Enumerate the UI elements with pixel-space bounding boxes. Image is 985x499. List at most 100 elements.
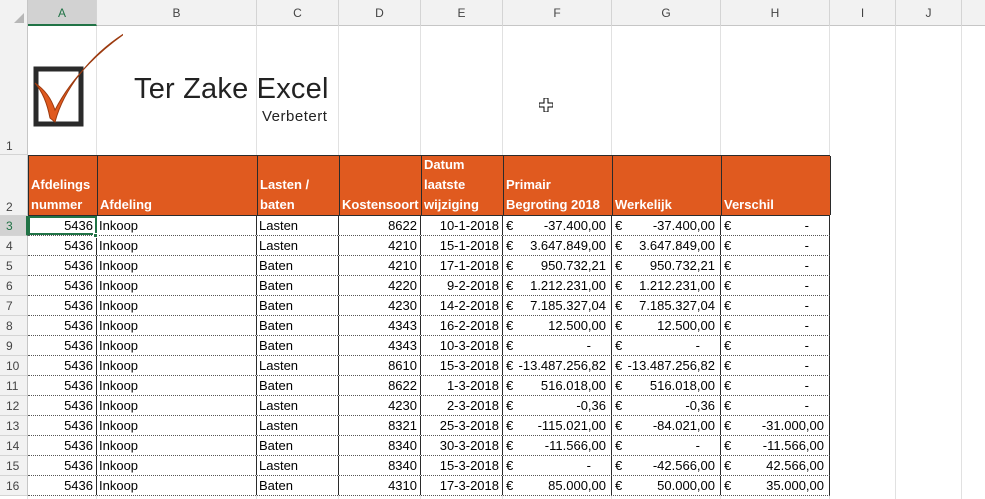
afdelingsnummer-cell[interactable]: 5436 [28,436,97,455]
datum-cell[interactable]: 10-1-2018 [421,216,503,235]
currency-cell[interactable]: € - [721,316,830,335]
datum-cell[interactable]: 14-2-2018 [421,296,503,315]
row-header-8[interactable]: 8 [0,316,28,336]
datum-cell[interactable]: 15-1-2018 [421,236,503,255]
afdelingsnummer-cell[interactable]: 5436 [28,256,97,275]
kostensoort-cell[interactable]: 4220 [339,276,421,295]
lasten-baten-cell[interactable]: Lasten [257,356,339,375]
afdeling-cell[interactable]: Inkoop [97,256,257,275]
afdeling-cell[interactable]: Inkoop [97,396,257,415]
currency-cell[interactable]: € - [721,376,830,395]
header-afdeling[interactable]: Afdeling [98,156,258,215]
active-cell[interactable]: 5436 [28,216,97,235]
currency-cell[interactable]: €950.732,21 [503,256,612,275]
column-header-h[interactable]: H [721,0,830,26]
kostensoort-cell[interactable]: 4343 [339,316,421,335]
afdeling-cell[interactable]: Inkoop [97,336,257,355]
currency-cell[interactable]: €3.647.849,00 [503,236,612,255]
header-kostensoort[interactable]: Kostensoort [340,156,422,215]
datum-cell[interactable]: 16-2-2018 [421,316,503,335]
kostensoort-cell[interactable]: 4310 [339,476,421,495]
row-header-11[interactable]: 11 [0,376,28,396]
lasten-baten-cell[interactable]: Baten [257,296,339,315]
row-header-15[interactable]: 15 [0,456,28,476]
header-lasten-baten[interactable]: Lasten / baten [258,156,340,215]
currency-cell[interactable]: €3.647.849,00 [612,236,721,255]
kostensoort-cell[interactable]: 8610 [339,356,421,375]
datum-cell[interactable]: 2-3-2018 [421,396,503,415]
lasten-baten-cell[interactable]: Baten [257,316,339,335]
kostensoort-cell[interactable]: 8340 [339,436,421,455]
lasten-baten-cell[interactable]: Lasten [257,396,339,415]
afdeling-cell[interactable]: Inkoop [97,436,257,455]
currency-cell[interactable]: € -13.487.256,82 [503,356,612,375]
currency-cell[interactable]: € - [721,356,830,375]
currency-cell[interactable]: €85.000,00 [503,476,612,495]
kostensoort-cell[interactable]: 4230 [339,296,421,315]
datum-cell[interactable]: 25-3-2018 [421,416,503,435]
kostensoort-cell[interactable]: 8321 [339,416,421,435]
lasten-baten-cell[interactable]: Lasten [257,416,339,435]
row-header-9[interactable]: 9 [0,336,28,356]
column-header-a[interactable]: A [28,0,97,26]
afdeling-cell[interactable]: Inkoop [97,236,257,255]
header-verschil[interactable]: Verschil [722,156,831,215]
currency-cell[interactable]: € - [721,336,830,355]
currency-cell[interactable]: € - [721,396,830,415]
lasten-baten-cell[interactable]: Baten [257,376,339,395]
datum-cell[interactable]: 17-1-2018 [421,256,503,275]
afdeling-cell[interactable]: Inkoop [97,216,257,235]
afdelingsnummer-cell[interactable]: 5436 [28,276,97,295]
column-header-f[interactable]: F [503,0,612,26]
afdelingsnummer-cell[interactable]: 5436 [28,296,97,315]
currency-cell[interactable]: €950.732,21 [612,256,721,275]
row-header-5[interactable]: 5 [0,256,28,276]
afdeling-cell[interactable]: Inkoop [97,476,257,495]
currency-cell[interactable]: €7.185.327,04 [503,296,612,315]
kostensoort-cell[interactable]: 8340 [339,456,421,475]
currency-cell[interactable]: € - [721,216,830,235]
row-header-14[interactable]: 14 [0,436,28,456]
lasten-baten-cell[interactable]: Lasten [257,456,339,475]
row-header-6[interactable]: 6 [0,276,28,296]
currency-cell[interactable]: € - [721,236,830,255]
afdelingsnummer-cell[interactable]: 5436 [28,376,97,395]
lasten-baten-cell[interactable]: Baten [257,256,339,275]
afdelingsnummer-cell[interactable]: 5436 [28,236,97,255]
lasten-baten-cell[interactable]: Baten [257,476,339,495]
currency-cell[interactable]: €35.000,00 [721,476,830,495]
afdelingsnummer-cell[interactable]: 5436 [28,456,97,475]
datum-cell[interactable]: 17-3-2018 [421,476,503,495]
header-afdelingsnummer[interactable]: Afdelings nummer [29,156,98,215]
row-header-13[interactable]: 13 [0,416,28,436]
kostensoort-cell[interactable]: 8622 [339,376,421,395]
currency-cell[interactable]: €1.212.231,00 [503,276,612,295]
currency-cell[interactable]: €516.018,00 [612,376,721,395]
currency-cell[interactable]: €516.018,00 [503,376,612,395]
afdelingsnummer-cell[interactable]: 5436 [28,396,97,415]
currency-cell[interactable]: € -31.000,00 [721,416,830,435]
currency-cell[interactable]: € -37.400,00 [612,216,721,235]
datum-cell[interactable]: 1-3-2018 [421,376,503,395]
lasten-baten-cell[interactable]: Baten [257,276,339,295]
kostensoort-cell[interactable]: 4210 [339,256,421,275]
datum-cell[interactable]: 30-3-2018 [421,436,503,455]
datum-cell[interactable]: 15-3-2018 [421,356,503,375]
afdelingsnummer-cell[interactable]: 5436 [28,356,97,375]
currency-cell[interactable]: € - [721,276,830,295]
kostensoort-cell[interactable]: 8622 [339,216,421,235]
column-header-g[interactable]: G [612,0,721,26]
currency-cell[interactable]: €7.185.327,04 [612,296,721,315]
currency-cell[interactable]: € - [612,436,721,455]
currency-cell[interactable]: € - [721,296,830,315]
currency-cell[interactable]: €1.212.231,00 [612,276,721,295]
header-werkelijk[interactable]: Werkelijk [613,156,722,215]
kostensoort-cell[interactable]: 4210 [339,236,421,255]
datum-cell[interactable]: 15-3-2018 [421,456,503,475]
header-primair-begroting-2018[interactable]: Primair Begroting 2018 [504,156,613,215]
spreadsheet[interactable]: ABCDEFGHIJ 1 2 3 4 5 6 7 8 9 10 11 12 13 14 15 16 Ter Z… [0,0,985,499]
row-header-3[interactable]: 3 [0,216,28,236]
currency-cell[interactable]: € -115.021,00 [503,416,612,435]
currency-cell[interactable]: € -0,36 [612,396,721,415]
row-header-4[interactable]: 4 [0,236,28,256]
